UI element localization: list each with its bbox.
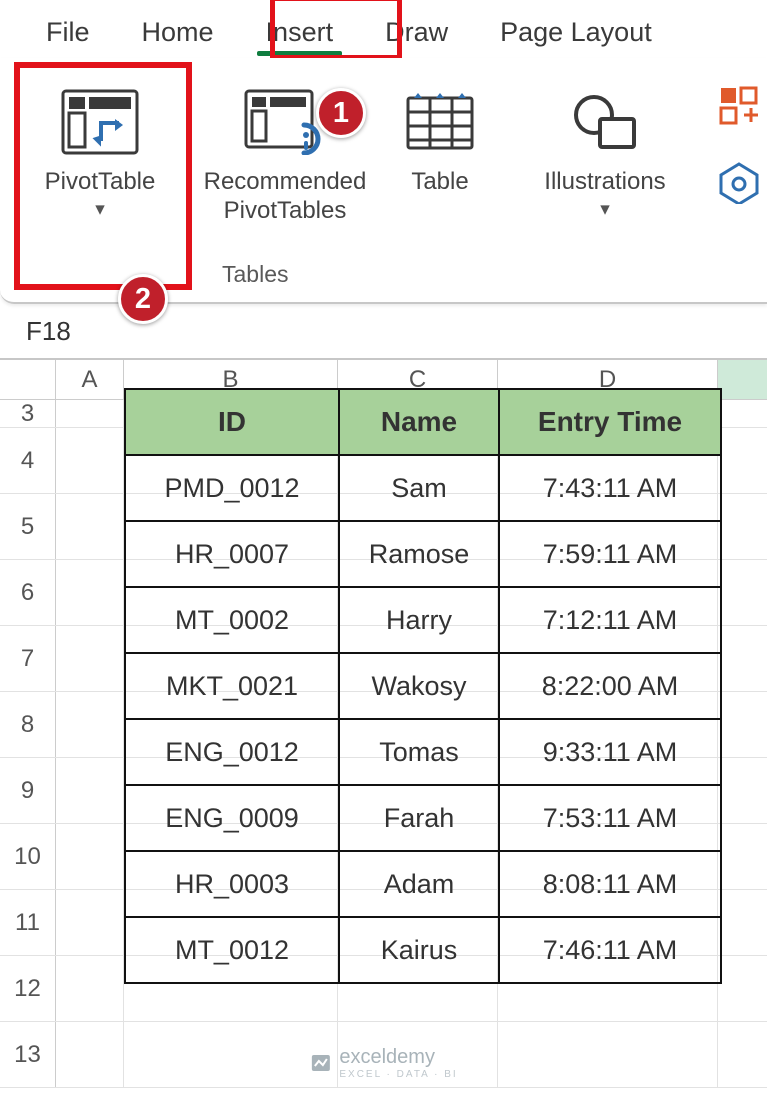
table-button[interactable]: Table <box>390 76 490 201</box>
ribbon-group-label-tables: Tables <box>222 261 288 288</box>
cell-entry[interactable]: 7:46:11 AM <box>499 917 721 983</box>
chevron-down-icon: ▾ <box>95 199 105 222</box>
table-header-row: ID Name Entry Time <box>125 389 721 455</box>
cell-id[interactable]: PMD_0012 <box>125 455 339 521</box>
pivottable-icon <box>61 82 139 162</box>
spreadsheet-grid: A B C D 3 4 5 6 7 8 9 10 <box>0 360 767 1088</box>
cell-name[interactable]: Adam <box>339 851 499 917</box>
table-label: Table <box>411 168 468 197</box>
cell-id[interactable]: ENG_0012 <box>125 719 339 785</box>
row-header[interactable]: 3 <box>0 400 56 427</box>
illustrations-button[interactable]: Illustrations ▾ <box>520 76 690 226</box>
cell-name[interactable]: Ramose <box>339 521 499 587</box>
row-header[interactable]: 4 <box>0 428 56 493</box>
cell-name[interactable]: Sam <box>339 455 499 521</box>
addins-group <box>717 76 767 204</box>
data-table: ID Name Entry Time PMD_0012 Sam 7:43:11 … <box>124 388 722 984</box>
illustrations-label: Illustrations <box>544 168 665 197</box>
row-header[interactable]: 13 <box>0 1022 56 1087</box>
table-row: PMD_0012 Sam 7:43:11 AM <box>125 455 721 521</box>
watermark-tag: EXCEL · DATA · BI <box>339 1069 457 1080</box>
table-row: MT_0012 Kairus 7:46:11 AM <box>125 917 721 983</box>
select-all-corner[interactable] <box>0 360 56 399</box>
my-addins-icon[interactable] <box>717 160 761 204</box>
cell-name[interactable]: Farah <box>339 785 499 851</box>
table-row: ENG_0012 Tomas 9:33:11 AM <box>125 719 721 785</box>
row-header[interactable]: 7 <box>0 626 56 691</box>
tab-file[interactable]: File <box>20 11 116 58</box>
table-row: HR_0003 Adam 8:08:11 AM <box>125 851 721 917</box>
col-header-E[interactable] <box>718 360 767 399</box>
cell-name[interactable]: Tomas <box>339 719 499 785</box>
illustrations-icon <box>570 82 640 162</box>
cell-name[interactable]: Kairus <box>339 917 499 983</box>
tab-home[interactable]: Home <box>116 11 240 58</box>
cell-id[interactable]: MKT_0021 <box>125 653 339 719</box>
cell-entry[interactable]: 7:43:11 AM <box>499 455 721 521</box>
table-row: ENG_0009 Farah 7:53:11 AM <box>125 785 721 851</box>
cell-id[interactable]: HR_0003 <box>125 851 339 917</box>
row-header[interactable]: 11 <box>0 890 56 955</box>
header-name[interactable]: Name <box>339 389 499 455</box>
tab-draw[interactable]: Draw <box>359 11 474 58</box>
row-header[interactable]: 5 <box>0 494 56 559</box>
row-header[interactable]: 8 <box>0 692 56 757</box>
watermark-icon <box>309 1052 331 1074</box>
chevron-down-icon: ▾ <box>600 199 610 222</box>
formula-bar-row: F18 <box>0 304 767 360</box>
cell-entry[interactable]: 8:08:11 AM <box>499 851 721 917</box>
watermark: exceldemy EXCEL · DATA · BI <box>309 1046 457 1080</box>
tab-page-layout[interactable]: Page Layout <box>474 11 678 58</box>
header-entry[interactable]: Entry Time <box>499 389 721 455</box>
cell-entry[interactable]: 7:59:11 AM <box>499 521 721 587</box>
pivottable-label: PivotTable <box>45 168 156 197</box>
cell-name[interactable]: Wakosy <box>339 653 499 719</box>
row-header[interactable]: 12 <box>0 956 56 1021</box>
table-icon <box>406 82 474 162</box>
cell-id[interactable]: HR_0007 <box>125 521 339 587</box>
row-header[interactable]: 6 <box>0 560 56 625</box>
cell-name[interactable]: Harry <box>339 587 499 653</box>
pivottable-button[interactable]: PivotTable ▾ <box>20 76 180 226</box>
tab-insert[interactable]: Insert <box>240 11 360 58</box>
recommended-pivottables-icon <box>244 82 326 162</box>
ribbon-insert: PivotTable ▾ Recommended PivotTables <box>0 58 767 304</box>
cell-entry[interactable]: 7:53:11 AM <box>499 785 721 851</box>
callout-2: 2 <box>118 274 168 324</box>
get-addins-icon[interactable] <box>717 84 761 128</box>
cell-entry[interactable]: 7:12:11 AM <box>499 587 721 653</box>
callout-1: 1 <box>316 88 366 138</box>
cell-id[interactable]: ENG_0009 <box>125 785 339 851</box>
watermark-brand: exceldemy <box>339 1046 435 1068</box>
cell-entry[interactable]: 8:22:00 AM <box>499 653 721 719</box>
table-row: MKT_0021 Wakosy 8:22:00 AM <box>125 653 721 719</box>
cell-id[interactable]: MT_0012 <box>125 917 339 983</box>
cell-id[interactable]: MT_0002 <box>125 587 339 653</box>
cell-entry[interactable]: 9:33:11 AM <box>499 719 721 785</box>
recommended-pivottables-label-2: PivotTables <box>224 197 347 226</box>
row-header[interactable]: 9 <box>0 758 56 823</box>
recommended-pivottables-label-1: Recommended <box>204 168 367 197</box>
row-header[interactable]: 10 <box>0 824 56 889</box>
table-row: HR_0007 Ramose 7:59:11 AM <box>125 521 721 587</box>
table-row: MT_0002 Harry 7:12:11 AM <box>125 587 721 653</box>
menu-tabs: File Home Insert Draw Page Layout <box>0 0 767 58</box>
header-id[interactable]: ID <box>125 389 339 455</box>
col-header-A[interactable]: A <box>56 360 124 399</box>
